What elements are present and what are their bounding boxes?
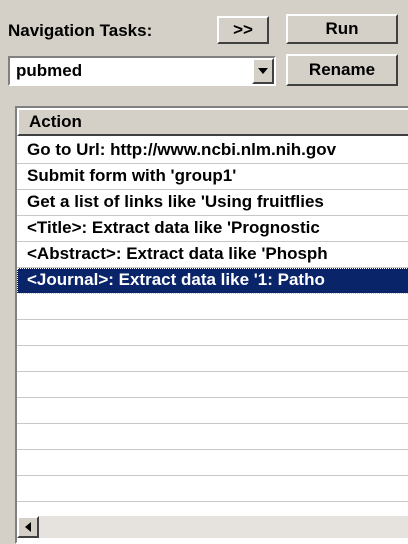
action-row[interactable]: <Journal>: Extract data like '1: Patho [17,268,408,294]
run-button[interactable]: Run [286,14,398,44]
navigation-tasks-label: Navigation Tasks: [8,21,153,40]
scroll-left-button[interactable] [17,516,39,538]
empty-row [17,450,408,476]
action-row[interactable]: Get a list of links like 'Using fruitfli… [17,190,408,216]
empty-row [17,424,408,450]
empty-row [17,346,408,372]
empty-row [17,294,408,320]
arrow-left-icon [25,522,31,532]
empty-row [17,372,408,398]
task-select[interactable]: pubmed [8,56,276,86]
empty-row [17,398,408,424]
action-list[interactable]: Action Go to Url: http://www.ncbi.nlm.ni… [15,106,408,544]
action-rows: Go to Url: http://www.ncbi.nlm.nih.gov Su… [17,138,408,542]
empty-row [17,320,408,346]
dropdown-button[interactable] [252,58,274,84]
chevron-down-icon [258,68,268,74]
horizontal-scrollbar[interactable] [17,516,408,538]
action-row[interactable]: Submit form with 'group1' [17,164,408,190]
action-row[interactable]: Go to Url: http://www.ncbi.nlm.nih.gov [17,138,408,164]
action-column-header[interactable]: Action [17,108,408,136]
action-row[interactable]: <Abstract>: Extract data like 'Phosph [17,242,408,268]
empty-row [17,476,408,502]
rename-button[interactable]: Rename [286,54,398,86]
task-select-value: pubmed [16,61,83,80]
action-row[interactable]: <Title>: Extract data like 'Prognostic [17,216,408,242]
expand-button[interactable]: >> [217,16,269,44]
